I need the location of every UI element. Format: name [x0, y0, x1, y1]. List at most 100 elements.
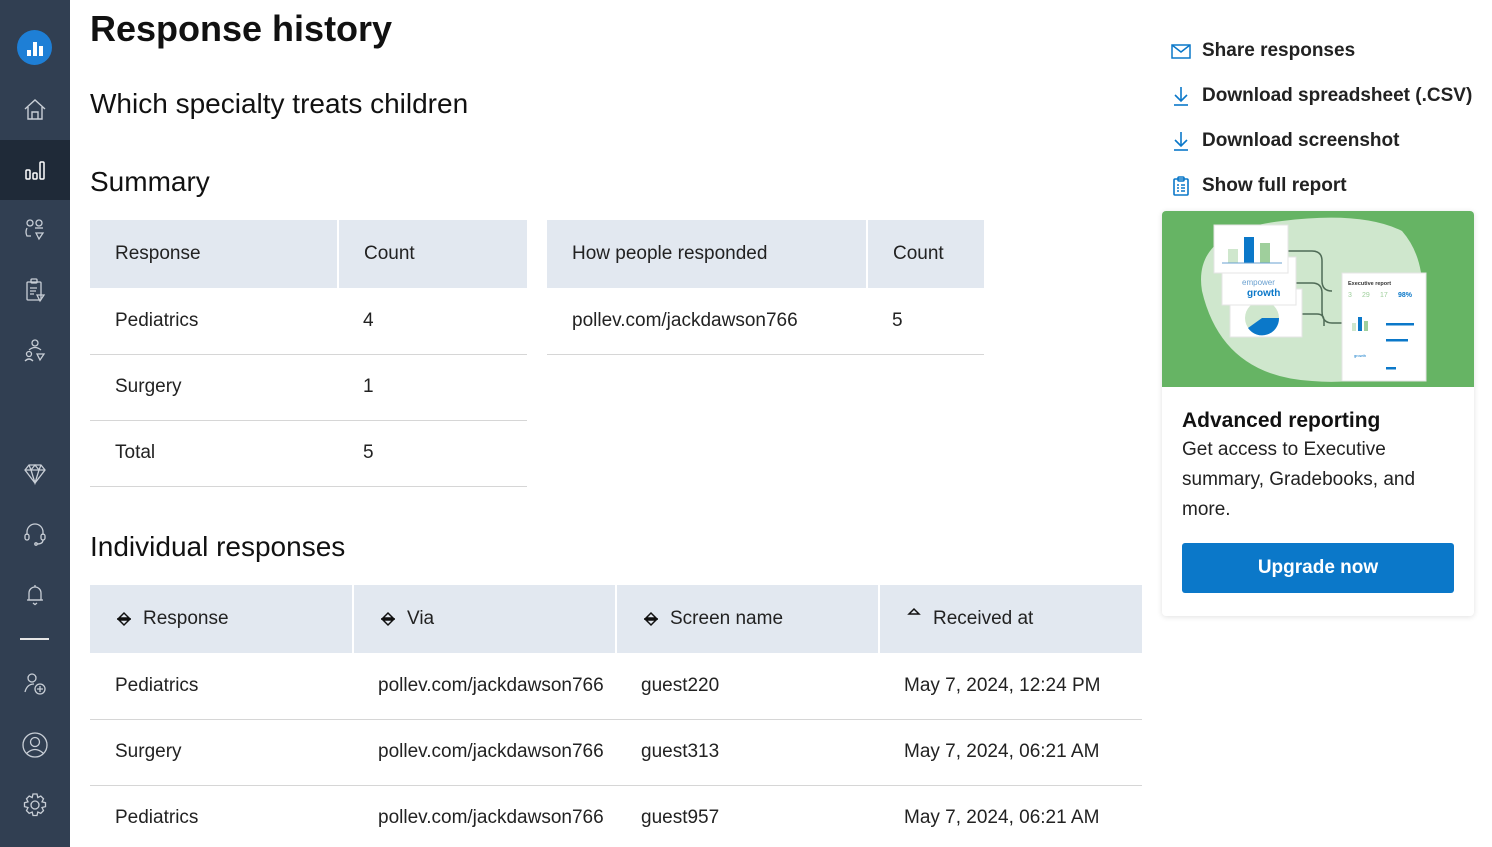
- received-at-cell: May 7, 2024, 06:21 AM: [879, 719, 1142, 786]
- count-cell: 5: [867, 288, 984, 355]
- promo-description: Get access to Executive summary, Gradebo…: [1182, 439, 1416, 520]
- sort-header-received-at[interactable]: Received at: [879, 585, 1142, 653]
- groups-premium-icon: [24, 339, 46, 362]
- add-user-icon: [24, 673, 46, 695]
- count-cell: 4: [338, 288, 527, 355]
- response-cell: Pediatrics: [90, 653, 353, 720]
- download-icon: [1174, 86, 1188, 106]
- received-at-cell: May 7, 2024, 12:24 PM: [879, 653, 1142, 720]
- illustration-stat: 17: [1380, 292, 1388, 299]
- headset-icon: [24, 523, 46, 546]
- illustration-stat: 3: [1348, 292, 1352, 299]
- response-cell: Pediatrics: [90, 288, 338, 355]
- sidebar-item-upgrade[interactable]: [0, 444, 70, 504]
- screen-name-cell: guest220: [616, 653, 879, 720]
- sidebar-item-gradebook[interactable]: [0, 260, 70, 320]
- illustration-stat: 29: [1362, 292, 1370, 299]
- poll-everywhere-logo-icon[interactable]: [17, 30, 52, 65]
- sidebar-item-notifications[interactable]: [0, 564, 70, 624]
- sort-header-response[interactable]: Response: [90, 585, 354, 653]
- illustration-growth-text: growth: [1247, 288, 1280, 299]
- via-cell: pollev.com/jackdawson766: [353, 719, 616, 786]
- illustration-stat: 98%: [1398, 292, 1413, 299]
- advanced-reporting-card: empower growth Executive report 3 29 17 …: [1162, 211, 1474, 616]
- sort-both-icon: [117, 611, 131, 627]
- share-responses-link[interactable]: Share responses: [1170, 28, 1472, 73]
- report-illustration-icon: empower growth Executive report 3 29 17 …: [1201, 217, 1427, 382]
- screen-name-cell: guest313: [616, 719, 879, 786]
- svg-text:growth: growth: [1354, 353, 1366, 358]
- sort-ascending-icon: [907, 607, 921, 615]
- sidebar-item-profile[interactable]: [0, 715, 70, 775]
- table-row: Pediatrics 4: [90, 288, 527, 355]
- clipboard-icon: [1173, 175, 1189, 196]
- sort-header-label: Screen name: [670, 608, 784, 629]
- sort-both-icon: [644, 611, 658, 627]
- column-header-count: Count: [338, 220, 527, 288]
- screen-name-cell: guest957: [616, 785, 879, 847]
- home-icon: [24, 99, 46, 120]
- table-row: Pediatrics pollev.com/jackdawson766 gues…: [90, 653, 1142, 720]
- promo-title: Advanced reporting: [1182, 409, 1381, 432]
- sidebar: [0, 0, 70, 847]
- diamond-icon: [24, 463, 46, 486]
- user-circle-icon: [22, 732, 48, 758]
- action-label: Show full report: [1202, 174, 1347, 196]
- table-row: Surgery pollev.com/jackdawson766 guest31…: [90, 719, 1142, 786]
- count-cell: 5: [338, 420, 527, 487]
- via-cell: pollev.com/jackdawson766: [353, 785, 616, 847]
- bar-chart-icon: [25, 161, 45, 180]
- table-row: Surgery 1: [90, 354, 527, 421]
- sort-header-via[interactable]: Via: [353, 585, 617, 653]
- individual-responses-heading: Individual responses: [90, 531, 346, 562]
- sidebar-item-add-user[interactable]: [0, 654, 70, 714]
- download-screenshot-link[interactable]: Download screenshot: [1170, 118, 1472, 163]
- column-header-how-responded: How people responded: [547, 220, 868, 288]
- sidebar-item-participants[interactable]: [0, 200, 70, 260]
- individual-responses-table: Response Via Screen name Received at Ped…: [90, 585, 1142, 847]
- sort-both-icon: [381, 611, 395, 627]
- table-row: Pediatrics pollev.com/jackdawson766 gues…: [90, 785, 1142, 847]
- advanced-reporting-illustration: empower growth Executive report 3 29 17 …: [1162, 211, 1474, 387]
- sort-header-label: Received at: [933, 608, 1034, 629]
- page-title: Response history: [90, 8, 393, 49]
- question-title: Which specialty treats children: [90, 88, 469, 119]
- action-label: Download spreadsheet (.CSV): [1202, 84, 1473, 106]
- sort-header-screen-name[interactable]: Screen name: [616, 585, 880, 653]
- show-full-report-link[interactable]: Show full report: [1170, 163, 1472, 208]
- sidebar-item-settings[interactable]: [0, 775, 70, 835]
- download-spreadsheet-link[interactable]: Download spreadsheet (.CSV): [1170, 73, 1472, 118]
- sort-header-label: Via: [407, 608, 435, 629]
- response-cell: Surgery: [90, 354, 338, 421]
- response-cell: Surgery: [90, 719, 353, 786]
- response-cell: Pediatrics: [90, 785, 353, 847]
- response-cell: Total: [90, 420, 338, 487]
- download-icon: [1174, 131, 1188, 151]
- via-cell: pollev.com/jackdawson766: [547, 288, 867, 355]
- sidebar-item-support[interactable]: [0, 504, 70, 564]
- illustration-empower-text: empower: [1242, 278, 1275, 287]
- via-cell: pollev.com/jackdawson766: [353, 653, 616, 720]
- table-row: Total 5: [90, 420, 527, 487]
- summary-via-table: How people responded Count pollev.com/ja…: [547, 220, 984, 355]
- summary-heading: Summary: [90, 166, 210, 197]
- action-label: Share responses: [1202, 39, 1356, 61]
- summary-responses-table: Response Count Pediatrics 4 Surgery 1 To…: [90, 220, 527, 487]
- column-header-response: Response: [90, 220, 339, 288]
- report-actions: Share responses Download spreadsheet (.C…: [1170, 28, 1472, 208]
- upgrade-now-button[interactable]: Upgrade now: [1182, 543, 1454, 593]
- participants-premium-icon: [25, 219, 45, 241]
- column-header-count: Count: [867, 220, 984, 288]
- sidebar-item-reports[interactable]: [0, 140, 70, 200]
- table-row: pollev.com/jackdawson766 5: [547, 288, 984, 355]
- sidebar-item-home[interactable]: [0, 79, 70, 139]
- gear-icon: [23, 793, 47, 817]
- count-cell: 1: [338, 354, 527, 421]
- action-label: Download screenshot: [1202, 129, 1400, 151]
- bell-icon: [27, 585, 43, 606]
- clipboard-premium-icon: [26, 278, 46, 303]
- sidebar-item-groups[interactable]: [0, 320, 70, 380]
- envelope-icon: [1171, 43, 1191, 59]
- received-at-cell: May 7, 2024, 06:21 AM: [879, 785, 1142, 847]
- illustration-report-title: Executive report: [1348, 281, 1391, 287]
